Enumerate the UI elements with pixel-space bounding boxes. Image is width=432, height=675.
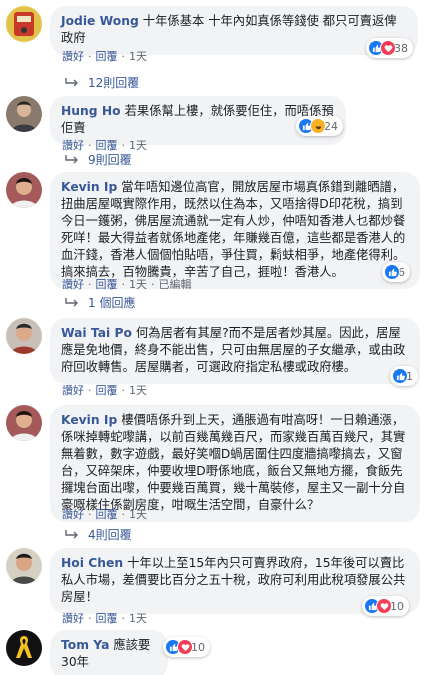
comment-actions: 讚好 · 回覆 · 1天 — [62, 50, 147, 63]
comment-actions: 讚好 · 回覆 · 1天 · 已編輯 — [62, 278, 192, 291]
like-reaction-icon — [392, 368, 408, 384]
reply-arrow-icon — [65, 529, 78, 538]
edited-label[interactable]: 已編輯 — [159, 278, 192, 291]
reply-link[interactable]: 回覆 — [96, 384, 118, 397]
avatar[interactable] — [6, 96, 42, 132]
reaction-count: 24 — [324, 119, 338, 133]
view-replies-link[interactable]: 1 個回應 — [64, 294, 135, 311]
reaction-summary[interactable]: 38 — [366, 38, 413, 58]
author-name[interactable]: Wai Tai Po — [61, 326, 132, 340]
avatar[interactable] — [6, 172, 42, 208]
comment-bubble: Kevin Ip 樓價唔係升到上天，通脹過有咁高呀！一日賴通漲，係咪掉轉蛇嚟講，以… — [50, 405, 420, 522]
reaction-count: 10 — [390, 599, 404, 613]
replies-count[interactable]: 4則回覆 — [88, 526, 132, 543]
reaction-summary[interactable]: 6 — [382, 262, 410, 282]
view-replies-link[interactable]: 12則回覆 — [64, 74, 139, 91]
replies-count[interactable]: 12則回覆 — [88, 74, 139, 91]
timestamp[interactable]: 1天 — [129, 139, 147, 152]
replies-count[interactable]: 1 個回應 — [88, 294, 135, 311]
comment-actions: 讚好 · 回覆 · 1天 — [62, 508, 147, 521]
love-reaction-icon — [380, 40, 396, 56]
reaction-summary[interactable]: 10 — [362, 596, 409, 616]
love-reaction-icon — [376, 598, 392, 614]
timestamp[interactable]: 1天 — [129, 278, 147, 291]
replies-count[interactable]: 9則回覆 — [88, 151, 132, 168]
comment-bubble: Wai Tai Po 何為居者有其屋?而不是居者炒其屋。因此，居屋應是免地價，終身… — [50, 318, 420, 384]
timestamp[interactable]: 1天 — [129, 612, 147, 625]
like-link[interactable]: 讚好 — [62, 384, 84, 397]
reply-arrow-icon — [65, 297, 78, 306]
comment-actions: 讚好 · 回覆 · 1天 — [62, 612, 147, 625]
reply-link[interactable]: 回覆 — [96, 508, 118, 521]
avatar[interactable] — [6, 6, 42, 42]
view-replies-link[interactable]: 9則回覆 — [64, 151, 132, 168]
comment-bubble: Tom Ya 應該要30年 — [50, 630, 168, 675]
avatar[interactable] — [6, 318, 42, 354]
reply-arrow-icon — [65, 77, 78, 86]
reply-link[interactable]: 回覆 — [96, 612, 118, 625]
reaction-summary[interactable]: 24 — [296, 116, 343, 136]
author-name[interactable]: Tom Ya — [61, 638, 109, 652]
love-reaction-icon — [177, 639, 193, 655]
author-name[interactable]: Kevin Ip — [61, 413, 117, 427]
comment-bubble: Kevin Ip 當年唔知邊位高官，開放居屋市場真係錯到離晒譜，扭曲居屋嘅實際作用… — [50, 172, 420, 289]
timestamp[interactable]: 1天 — [129, 384, 147, 397]
like-link[interactable]: 讚好 — [62, 612, 84, 625]
avatar[interactable] — [6, 630, 42, 666]
reaction-count: 38 — [394, 41, 408, 55]
timestamp[interactable]: 1天 — [129, 508, 147, 521]
author-name[interactable]: Jodie Wong — [61, 14, 139, 28]
reaction-summary[interactable]: 10 — [163, 637, 210, 657]
timestamp[interactable]: 1天 — [129, 50, 147, 63]
author-name[interactable]: Hung Ho — [61, 104, 121, 118]
reply-arrow-icon — [65, 154, 78, 163]
reply-link[interactable]: 回覆 — [96, 50, 118, 63]
reply-link[interactable]: 回覆 — [96, 278, 118, 291]
view-replies-link[interactable]: 4則回覆 — [64, 526, 132, 543]
comment-text: 樓價唔係升到上天，通脹過有咁高呀！一日賴通漲，係咪掉轉蛇嚟講，以前百幾萬幾百尺，… — [61, 413, 406, 512]
like-link[interactable]: 讚好 — [62, 278, 84, 291]
haha-reaction-icon — [310, 118, 326, 134]
author-name[interactable]: Hoi Chen — [61, 556, 123, 570]
reaction-summary[interactable]: 1 — [390, 366, 418, 386]
avatar[interactable] — [6, 548, 42, 584]
author-name[interactable]: Kevin Ip — [61, 180, 117, 194]
reaction-count: 10 — [191, 640, 205, 654]
like-link[interactable]: 讚好 — [62, 508, 84, 521]
comment-text: 當年唔知邊位高官，開放居屋市場真係錯到離晒譜，扭曲居屋嘅實際作用，既然以住為本，… — [61, 180, 406, 279]
like-reaction-icon — [384, 264, 400, 280]
avatar[interactable] — [6, 405, 42, 441]
comment-actions: 讚好 · 回覆 · 1天 — [62, 384, 147, 397]
like-link[interactable]: 讚好 — [62, 50, 84, 63]
